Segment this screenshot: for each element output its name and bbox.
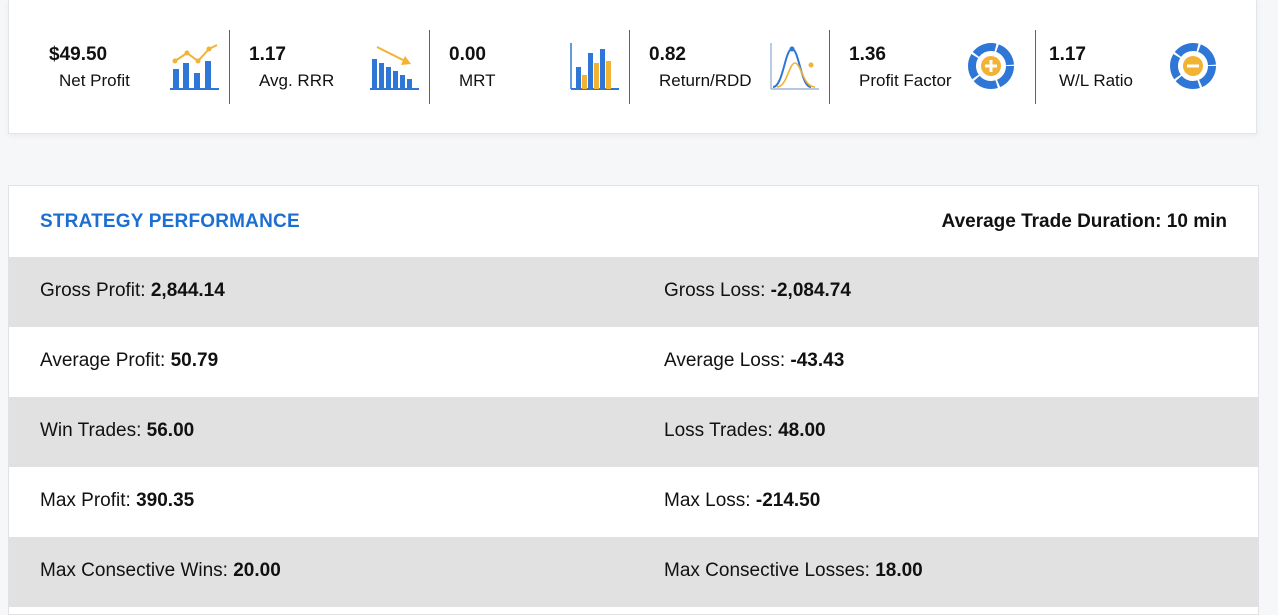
metric-value: 0.82 bbox=[649, 44, 686, 65]
stat-value: 48.00 bbox=[778, 420, 826, 441]
metric-value: 1.17 bbox=[1049, 44, 1086, 65]
metric-label: Return/RDD bbox=[659, 71, 752, 90]
stat-max-profit: Max Profit: 390.35 bbox=[40, 490, 194, 512]
stat-max-consecutive-wins: Max Consective Wins: 20.00 bbox=[40, 560, 281, 582]
strategy-performance-panel: STRATEGY PERFORMANCE Average Trade Durat… bbox=[8, 185, 1259, 615]
metric-value: 0.00 bbox=[449, 44, 486, 65]
stat-value: -2,084.74 bbox=[770, 280, 851, 301]
stat-label: Loss Trades: bbox=[664, 420, 773, 441]
stat-label: Max Consective Wins: bbox=[40, 560, 228, 581]
donut-minus-icon bbox=[1166, 39, 1220, 93]
panel-header: STRATEGY PERFORMANCE Average Trade Durat… bbox=[9, 186, 1258, 257]
stat-gross-profit: Gross Profit: 2,844.14 bbox=[40, 280, 225, 302]
stat-label: Average Loss: bbox=[664, 350, 786, 371]
metric-label: Avg. RRR bbox=[259, 71, 335, 90]
stat-label: Max Loss: bbox=[664, 490, 751, 511]
metric-label: W/L Ratio bbox=[1059, 71, 1134, 90]
stat-label: Average Profit: bbox=[40, 350, 166, 371]
metric-label: Profit Factor bbox=[859, 71, 952, 90]
stat-average-profit: Average Profit: 50.79 bbox=[40, 350, 218, 372]
stat-label: Win Trades: bbox=[40, 420, 142, 441]
table-row: Average Profit: 50.79 Average Loss: -43.… bbox=[9, 327, 1258, 397]
metric-return-rdd: 0.82 Return/RDD bbox=[609, 30, 830, 104]
average-trade-duration: Average Trade Duration: 10 min bbox=[942, 211, 1227, 233]
stat-value: 20.00 bbox=[233, 560, 281, 581]
metric-label: Net Profit bbox=[59, 71, 130, 90]
metric-profit-factor: 1.36 Profit Factor bbox=[809, 30, 1036, 104]
stat-loss-trades: Loss Trades: 48.00 bbox=[664, 420, 826, 442]
stat-label: Gross Profit: bbox=[40, 280, 146, 301]
table-row: Gross Profit: 2,844.14 Gross Loss: -2,08… bbox=[9, 257, 1258, 327]
table-row: Max Consective Wins: 20.00 Max Consectiv… bbox=[9, 537, 1258, 607]
metric-value: $49.50 bbox=[49, 44, 108, 65]
metric-label: MRT bbox=[459, 71, 496, 90]
stat-value: 390.35 bbox=[136, 490, 195, 511]
metric-mrt: 0.00 MRT bbox=[409, 30, 630, 104]
stat-label: Max Profit: bbox=[40, 490, 131, 511]
metric-value: 1.17 bbox=[249, 44, 286, 65]
stat-gross-loss: Gross Loss: -2,084.74 bbox=[664, 280, 851, 302]
metric-avg-rrr: 1.17 Avg. RRR bbox=[209, 30, 430, 104]
stat-max-consecutive-losses: Max Consective Losses: 18.00 bbox=[664, 560, 923, 582]
stat-value: -43.43 bbox=[790, 350, 845, 371]
stat-value: -214.50 bbox=[755, 490, 821, 511]
metrics-bar: $49.50 Net Profit 1.17 Avg. RRR 0.00 MRT… bbox=[8, 0, 1257, 134]
stat-label: Max Consective Losses: bbox=[664, 560, 870, 581]
stat-value: 18.00 bbox=[875, 560, 923, 581]
stat-label: Gross Loss: bbox=[664, 280, 766, 301]
stat-max-loss: Max Loss: -214.50 bbox=[664, 490, 820, 512]
stat-average-loss: Average Loss: -43.43 bbox=[664, 350, 844, 372]
duration-value: 10 min bbox=[1166, 211, 1227, 232]
panel-title: STRATEGY PERFORMANCE bbox=[40, 211, 300, 232]
table-row: Win Trades: 56.00 Loss Trades: 48.00 bbox=[9, 397, 1258, 467]
metric-value: 1.36 bbox=[849, 44, 886, 65]
stat-value: 2,844.14 bbox=[150, 280, 225, 301]
metric-wl-ratio: 1.17 W/L Ratio bbox=[1009, 30, 1230, 104]
duration-label: Average Trade Duration: bbox=[941, 211, 1162, 232]
metric-net-profit: $49.50 Net Profit bbox=[9, 30, 230, 104]
stat-value: 56.00 bbox=[146, 420, 195, 441]
stat-win-trades: Win Trades: 56.00 bbox=[40, 420, 194, 442]
stat-value: 50.79 bbox=[170, 350, 219, 371]
table-row: Max Profit: 390.35 Max Loss: -214.50 bbox=[9, 467, 1258, 537]
